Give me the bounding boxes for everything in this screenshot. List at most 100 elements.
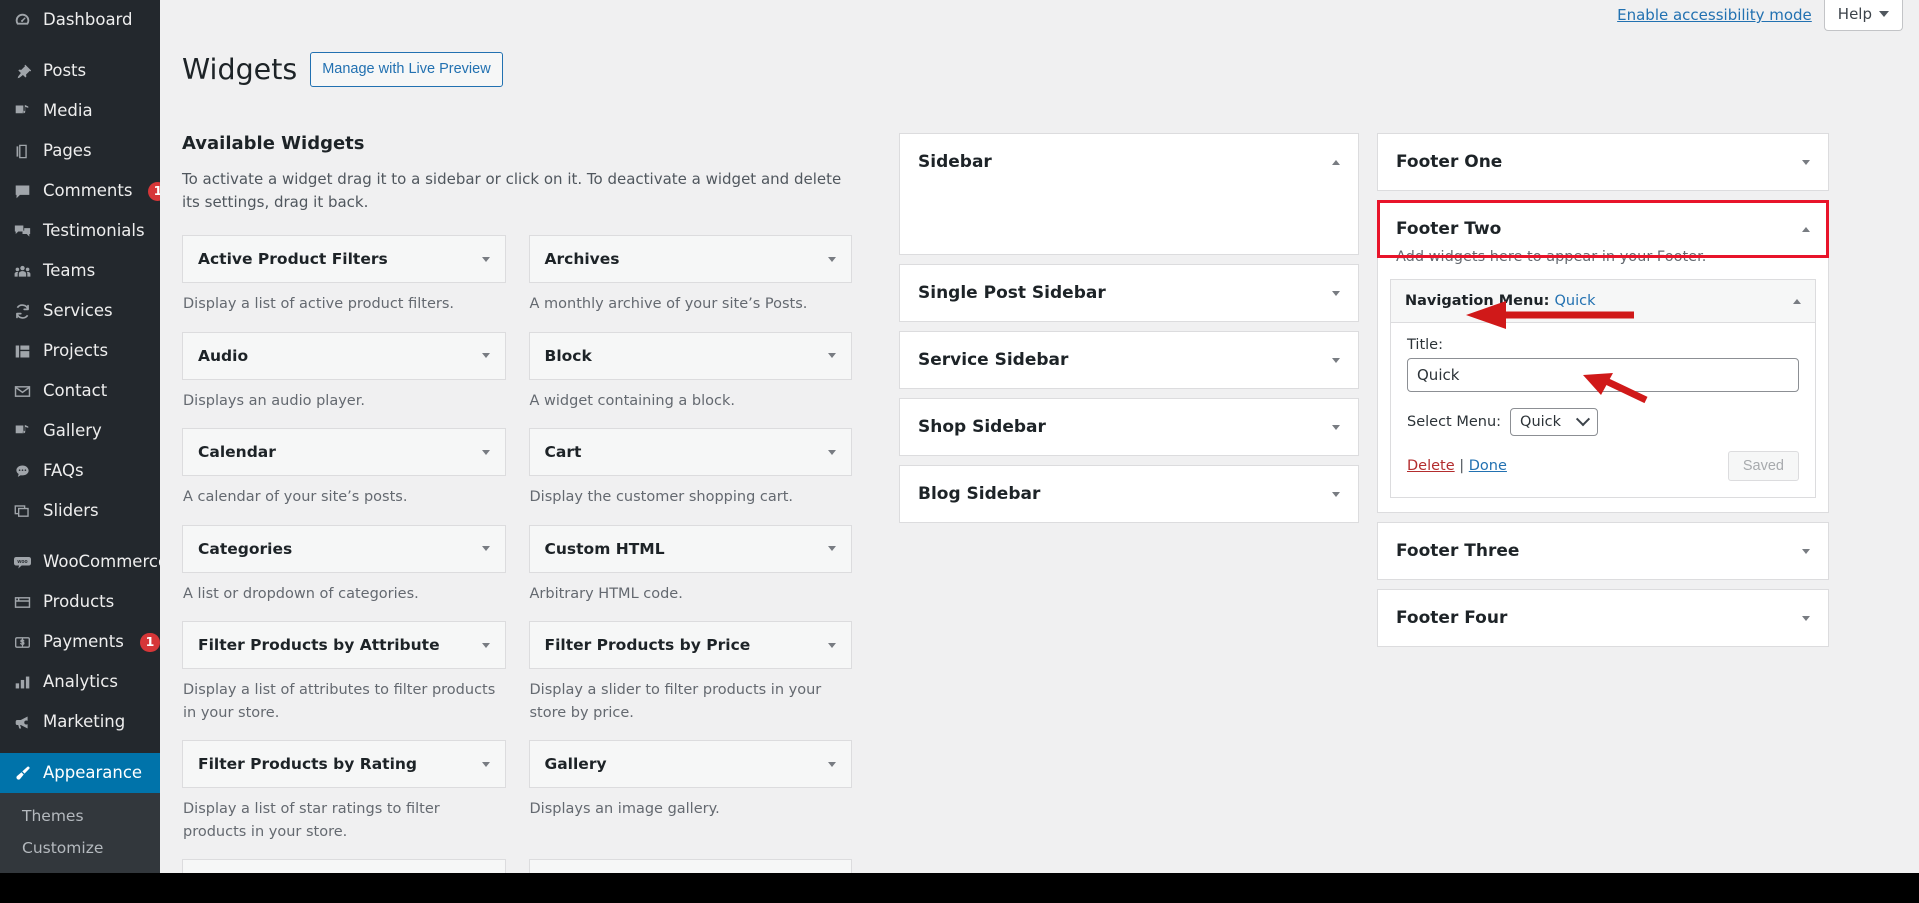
sidebar-item-projects[interactable]: Projects [0, 331, 160, 371]
available-widget: Gallery Displays an image gallery. [528, 740, 852, 855]
chevron-down-icon[interactable] [828, 449, 836, 455]
sidebar-dropzone[interactable] [900, 190, 1358, 254]
sidebar-item-pages[interactable]: Pages [0, 131, 160, 171]
widget-meta[interactable]: Meta [528, 858, 852, 873]
chevron-down-icon[interactable] [1332, 290, 1340, 296]
available-widgets-grid: Active Product Filters Display a list of… [182, 235, 852, 873]
sidebar-item-sliders[interactable]: Sliders [0, 491, 160, 531]
sidebar-item-faqs[interactable]: FAQs [0, 451, 160, 491]
assigned-widget-name: Quick [1554, 293, 1596, 310]
widget-categories[interactable]: Categories [182, 524, 506, 573]
chevron-up-icon[interactable] [1332, 159, 1340, 165]
enable-accessibility-mode-link[interactable]: Enable accessibility mode [1617, 0, 1824, 24]
sidebar-panel-header[interactable]: Blog Sidebar [900, 466, 1358, 522]
widget-filter-products-by-rating[interactable]: Filter Products by Rating [182, 740, 506, 789]
done-link[interactable]: Done [1469, 458, 1507, 474]
sidebar-item-marketing[interactable]: Marketing [0, 702, 160, 742]
sidebar-item-label: Analytics [43, 672, 118, 692]
chevron-up-icon[interactable] [1793, 298, 1801, 304]
widget-cart[interactable]: Cart [528, 428, 852, 477]
widget-archives[interactable]: Archives [528, 235, 852, 284]
widget-description: Display the customer shopping cart. [529, 489, 794, 506]
chevron-down-icon[interactable] [828, 546, 836, 552]
sidebar-item-payments[interactable]: Payments 1 [0, 622, 160, 662]
available-widget: Archives A monthly archive of your site’… [528, 235, 852, 327]
chevron-down-icon[interactable] [481, 353, 490, 359]
chevron-up-icon[interactable] [1802, 226, 1810, 232]
sidebar-item-products[interactable]: Products [0, 582, 160, 622]
sidebar-item-media[interactable]: Media [0, 91, 160, 131]
available-widget: Audio Displays an audio player. [182, 331, 506, 424]
submenu-item-customize[interactable]: Customize [0, 832, 160, 864]
chevron-down-icon[interactable] [1332, 357, 1340, 363]
sidebar-item-woocommerce[interactable]: woo WooCommerce [0, 542, 168, 582]
sidebar-panel-header[interactable]: Single Post Sidebar [900, 265, 1358, 321]
assigned-widget-header[interactable]: Navigation Menu: Quick [1391, 280, 1815, 322]
chevron-down-icon[interactable] [1802, 548, 1810, 554]
chevron-down-icon[interactable] [481, 256, 490, 262]
sidebar-panel-header[interactable]: Sidebar [900, 134, 1358, 190]
sidebar-item-gallery[interactable]: Gallery [0, 411, 160, 451]
assigned-widget-title: Navigation Menu: Quick [1405, 293, 1596, 309]
select-menu-value: Quick [1520, 414, 1562, 431]
widget-gallery[interactable]: Gallery [528, 740, 852, 789]
sidebar-item-appearance[interactable]: Appearance [0, 753, 160, 793]
sidebar-panel-single-post-sidebar: Single Post Sidebar [899, 264, 1359, 323]
widget-control-links: Delete | Done [1407, 458, 1507, 474]
svg-text:woo: woo [16, 559, 27, 565]
sidebar-item-label: Marketing [43, 712, 126, 732]
widget-filter-products-by-price[interactable]: Filter Products by Price [528, 621, 852, 670]
widget-audio[interactable]: Audio [182, 331, 506, 380]
chevron-down-icon[interactable] [828, 353, 836, 359]
sidebar-panel-header[interactable]: Footer Three [1378, 523, 1828, 579]
widget-custom-html[interactable]: Custom HTML [528, 524, 852, 573]
chevron-down-icon[interactable] [1802, 159, 1810, 165]
widget-block[interactable]: Block [528, 331, 852, 380]
sidebar-item-services[interactable]: Services [0, 291, 160, 331]
available-widget: Filter Products by Rating Display a list… [182, 740, 506, 855]
sidebar-item-posts[interactable]: Posts [0, 51, 160, 91]
chevron-down-icon[interactable] [481, 449, 490, 455]
sidebar-panel-title: Shop Sidebar [918, 417, 1046, 438]
widget-title: Calendar [198, 443, 276, 462]
chevron-down-icon[interactable] [1802, 615, 1810, 621]
widget-active-product-filters[interactable]: Active Product Filters [182, 235, 506, 284]
help-tab-button[interactable]: Help [1823, 0, 1903, 31]
sliders-icon [11, 500, 33, 522]
sidebar-item-dashboard[interactable]: Dashboard [0, 0, 160, 40]
sidebar-panel-sidebar: Sidebar [899, 133, 1359, 256]
sidebar-item-comments[interactable]: Comments 1 [0, 171, 168, 211]
chevron-down-icon[interactable] [828, 761, 836, 767]
save-button[interactable]: Saved [1727, 451, 1799, 482]
sidebar-panel-header[interactable]: Shop Sidebar [900, 399, 1358, 455]
widget-title: Block [544, 346, 592, 365]
sidebar-panel-shop-sidebar: Shop Sidebar [899, 398, 1359, 457]
widget-description: Displays an audio player. [183, 392, 365, 409]
sidebar-panel-header[interactable]: Footer Four [1378, 590, 1828, 646]
sidebar-item-label: Payments [43, 632, 124, 652]
sidebar-panel-header[interactable]: Footer One [1378, 134, 1828, 190]
chevron-down-icon[interactable] [828, 256, 836, 262]
title-input[interactable] [1407, 358, 1799, 393]
chevron-down-icon[interactable] [1332, 491, 1340, 497]
delete-link[interactable]: Delete [1407, 458, 1455, 474]
manage-with-live-preview-button[interactable]: Manage with Live Preview [310, 52, 503, 87]
submenu-item-themes[interactable]: Themes [0, 800, 160, 832]
chevron-down-icon[interactable] [1332, 424, 1340, 430]
chevron-down-icon[interactable] [481, 761, 490, 767]
chevron-down-icon[interactable] [481, 546, 490, 552]
chevron-down-icon[interactable] [828, 642, 836, 648]
sidebar-panel-header[interactable]: Service Sidebar [900, 332, 1358, 388]
widget-image[interactable]: Image [182, 858, 506, 873]
chevron-down-icon[interactable] [481, 642, 490, 648]
sidebar-item-contact[interactable]: Contact [0, 371, 160, 411]
sidebar-item-label: Teams [43, 261, 96, 281]
available-widget: Block A widget containing a block. [528, 331, 852, 424]
sidebar-item-teams[interactable]: Teams [0, 251, 160, 291]
sidebar-item-testimonials[interactable]: Testimonials [0, 211, 160, 251]
submenu-item-widgets[interactable]: Widgets [0, 864, 160, 873]
widget-calendar[interactable]: Calendar [182, 428, 506, 477]
sidebar-item-analytics[interactable]: Analytics [0, 662, 160, 702]
widget-filter-products-by-attribute[interactable]: Filter Products by Attribute [182, 621, 506, 670]
select-menu-dropdown[interactable]: Quick [1510, 408, 1599, 437]
